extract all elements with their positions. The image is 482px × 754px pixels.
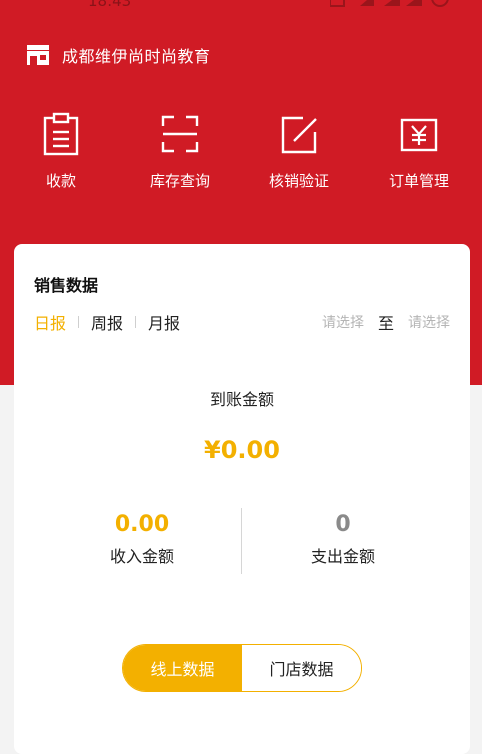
- shop-name: 成都维伊尚时尚教育: [62, 47, 211, 66]
- sales-card: 销售数据 日报 周报 月报 请选择 至 请选择 到账金额 ¥0.00 0.00 …: [14, 244, 470, 754]
- start-date-picker[interactable]: 请选择: [322, 312, 364, 332]
- data-source-toggle: 线上数据 门店数据: [122, 644, 362, 692]
- store-icon: [27, 45, 49, 65]
- quick-item-verify[interactable]: 核销验证: [244, 108, 354, 198]
- store-data-button[interactable]: 门店数据: [242, 645, 361, 691]
- date-range: 请选择 至 请选择: [322, 310, 450, 334]
- quick-item-orders[interactable]: 订单管理: [364, 108, 474, 198]
- tab-weekly[interactable]: 周报: [91, 310, 123, 334]
- quick-item-label: 库存查询: [149, 172, 210, 190]
- quick-item-label: 核销验证: [268, 172, 329, 190]
- income-label: 收入金额: [109, 547, 174, 566]
- quick-item-collect[interactable]: 收款: [6, 108, 116, 198]
- sales-title: 销售数据: [34, 276, 99, 295]
- online-data-button[interactable]: 线上数据: [123, 645, 242, 691]
- status-time: 18:43: [88, 0, 132, 10]
- yen-receipt-icon: [400, 118, 438, 152]
- income-value: 0.00: [114, 512, 170, 537]
- status-bar: 18:43: [0, 0, 482, 14]
- quick-item-inventory[interactable]: 库存查询: [125, 108, 235, 198]
- edit-icon: [281, 116, 317, 154]
- status-icons: [330, 0, 449, 7]
- received-amount-label: 到账金额: [209, 390, 274, 409]
- quick-item-label: 订单管理: [388, 172, 449, 190]
- expense-stat: 0 支出金额: [243, 512, 443, 567]
- tab-divider: [78, 316, 80, 328]
- quick-menu: 收款 库存查询 核销验证 订单管理: [0, 108, 482, 198]
- quick-item-label: 收款: [45, 172, 76, 190]
- stat-divider: [241, 508, 242, 574]
- received-amount-value: ¥0.00: [204, 436, 280, 464]
- report-tabs: 日报 周报 月报: [34, 310, 180, 334]
- tab-monthly[interactable]: 月报: [148, 310, 180, 334]
- expense-label: 支出金额: [310, 547, 375, 566]
- shop-header[interactable]: 成都维伊尚时尚教育: [26, 42, 211, 68]
- expense-value: 0: [335, 512, 351, 537]
- end-date-picker[interactable]: 请选择: [408, 312, 450, 332]
- date-range-separator: 至: [377, 314, 394, 333]
- tab-daily[interactable]: 日报: [34, 310, 66, 334]
- tab-divider: [135, 316, 137, 328]
- scan-icon: [161, 115, 199, 153]
- income-stat: 0.00 收入金额: [42, 512, 242, 567]
- clipboard-icon: [43, 112, 79, 156]
